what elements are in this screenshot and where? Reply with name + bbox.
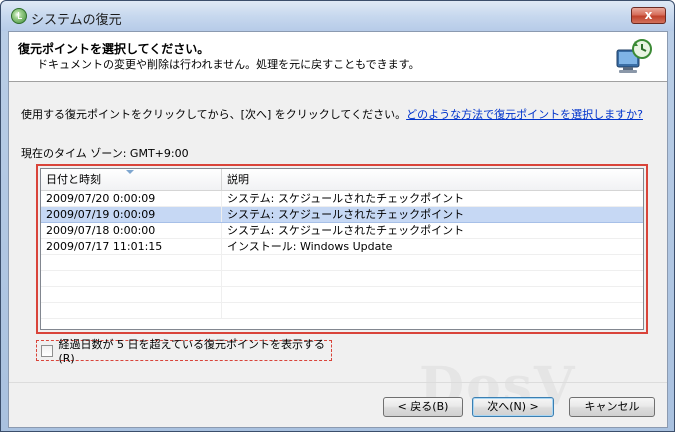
show-older-points-label: 経過日数が 5 日を超えている復元ポイントを表示する(R) — [58, 338, 325, 365]
dialog-header: 復元ポイントを選択してください。 ドキュメントの変更や削除は行われません。処理を… — [9, 32, 667, 82]
system-restore-computer-icon — [616, 39, 652, 73]
column-header-date-label: 日付と時刻 — [46, 173, 101, 186]
instruction-label: 使用する復元ポイントをクリックしてから、[次へ] をクリックしてください。 — [21, 108, 407, 121]
list-item-selected[interactable]: 2009/07/19 0:00:09 システム: スケジュールされたチェックポイ… — [41, 207, 643, 223]
empty-row — [41, 271, 643, 287]
list-item[interactable]: 2009/07/17 11:01:15 インストール: Windows Upda… — [41, 239, 643, 255]
help-link[interactable]: どのような方法で復元ポイントを選択しますか? — [406, 108, 643, 121]
column-header-description-label: 説明 — [227, 173, 249, 186]
list-item-date: 2009/07/20 0:00:09 — [41, 191, 222, 206]
empty-row — [41, 255, 643, 271]
sort-arrow-icon — [126, 170, 134, 174]
empty-row — [41, 303, 643, 319]
button-bar: < 戻る(B) 次へ(N) > キャンセル — [9, 382, 667, 427]
instruction-text: 使用する復元ポイントをクリックしてから、[次へ] をクリックしてください。どのよ… — [21, 106, 643, 122]
list-item-description: システム: スケジュールされたチェックポイント — [227, 192, 465, 205]
list-item-date: 2009/07/19 0:00:09 — [41, 207, 222, 222]
column-header-description[interactable]: 説明 — [222, 169, 643, 190]
list-item-description: インストール: Windows Update — [227, 240, 393, 253]
column-header-date[interactable]: 日付と時刻 — [41, 169, 222, 190]
list-item-date: 2009/07/17 11:01:15 — [41, 239, 222, 254]
list-item[interactable]: 2009/07/18 0:00:00 システム: スケジュールされたチェックポイ… — [41, 223, 643, 239]
next-button[interactable]: 次へ(N) > — [472, 397, 554, 417]
timezone-label: 現在のタイム ゾーン: GMT+9:00 — [21, 147, 189, 160]
close-button[interactable]: x — [631, 7, 666, 24]
list-item-description: システム: スケジュールされたチェックポイント — [227, 224, 465, 237]
system-restore-window: システムの復元 x 復元ポイントを選択してください。 ドキュメントの変更や削除は… — [0, 0, 675, 432]
restore-point-list-highlight: 日付と時刻 説明 2009/07/20 0:00:09 システム: スケジュール… — [36, 164, 648, 334]
header-subtitle: ドキュメントの変更や削除は行われません。処理を元に戻すこともできます。 — [37, 58, 420, 71]
list-item-description: システム: スケジュールされたチェックポイント — [227, 208, 465, 221]
title-bar[interactable]: システムの復元 x — [1, 1, 674, 31]
header-title: 復元ポイントを選択してください。 — [18, 42, 210, 56]
restore-point-list[interactable]: 日付と時刻 説明 2009/07/20 0:00:09 システム: スケジュール… — [40, 168, 644, 330]
system-restore-icon — [11, 8, 27, 24]
show-older-points-checkbox[interactable] — [41, 344, 53, 357]
list-item-date: 2009/07/18 0:00:00 — [41, 223, 222, 238]
window-title: システムの復元 — [31, 13, 122, 28]
list-header: 日付と時刻 説明 — [41, 169, 643, 191]
empty-row — [41, 287, 643, 303]
list-item[interactable]: 2009/07/20 0:00:09 システム: スケジュールされたチェックポイ… — [41, 191, 643, 207]
show-older-points-option[interactable]: 経過日数が 5 日を超えている復元ポイントを表示する(R) — [36, 338, 332, 365]
cancel-button[interactable]: キャンセル — [569, 397, 655, 417]
back-button[interactable]: < 戻る(B) — [383, 397, 463, 417]
dialog-body: 復元ポイントを選択してください。 ドキュメントの変更や削除は行われません。処理を… — [8, 31, 668, 428]
